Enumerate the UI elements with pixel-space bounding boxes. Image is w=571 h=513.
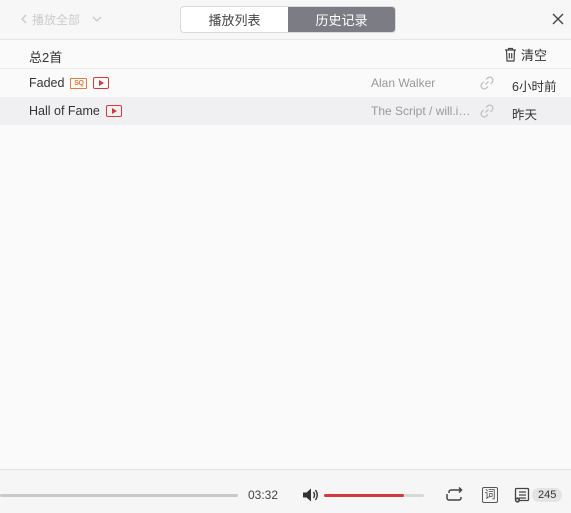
link-icon[interactable] [479, 103, 495, 119]
song-title-group: Hall of Fame [29, 103, 122, 119]
progress-bar[interactable] [0, 494, 238, 497]
faded-title: 播放全部 [32, 12, 81, 27]
mv-badge[interactable] [93, 77, 110, 89]
song-title: Faded [29, 76, 65, 90]
list-item[interactable]: Hall of Fame The Script / will.i.am 昨天 [0, 97, 571, 125]
volume-slider[interactable] [324, 494, 424, 497]
song-title-group: Faded SQ [29, 75, 110, 91]
volume-icon[interactable] [302, 487, 320, 503]
playlist-count: 245 [532, 488, 563, 502]
trash-icon [505, 47, 516, 62]
clear-label: 清空 [521, 47, 548, 63]
volume-level [324, 494, 404, 497]
list-item[interactable]: Faded SQ Alan Walker 6小时前 [0, 69, 571, 97]
faded-back-button: 播放全部 [20, 10, 102, 28]
song-title: Hall of Fame [29, 104, 100, 118]
playlist-icon [514, 487, 530, 503]
close-button[interactable] [549, 10, 567, 28]
tab-history[interactable]: 历史记录 [288, 7, 395, 32]
elapsed-time: 03:32 [248, 488, 279, 502]
lyrics-button[interactable]: 词 [482, 487, 498, 503]
tab-playlist[interactable]: 播放列表 [181, 7, 288, 32]
list-summary-bar: 总2首 清空 [0, 40, 571, 69]
song-count: 总2首 [29, 50, 63, 65]
playlist-button[interactable]: 245 [514, 485, 563, 505]
top-bar: 播放全部 播放列表 历史记录 [0, 0, 571, 40]
close-icon [552, 13, 564, 25]
repeat-icon[interactable] [445, 487, 465, 503]
chevron-left-icon [20, 14, 27, 24]
sq-badge: SQ [70, 77, 88, 89]
link-icon[interactable] [479, 75, 495, 91]
mv-badge[interactable] [105, 105, 122, 117]
tab-switcher: 播放列表 历史记录 [180, 6, 396, 33]
song-artist[interactable]: Alan Walker [371, 76, 473, 90]
played-time: 6小时前 [512, 80, 557, 94]
chevron-down-icon [92, 16, 102, 23]
clear-button[interactable]: 清空 [504, 45, 547, 63]
song-artist[interactable]: The Script / will.i.am [371, 104, 473, 118]
played-time: 昨天 [512, 108, 538, 122]
player-bar: 03:32 词 245 [0, 469, 571, 513]
